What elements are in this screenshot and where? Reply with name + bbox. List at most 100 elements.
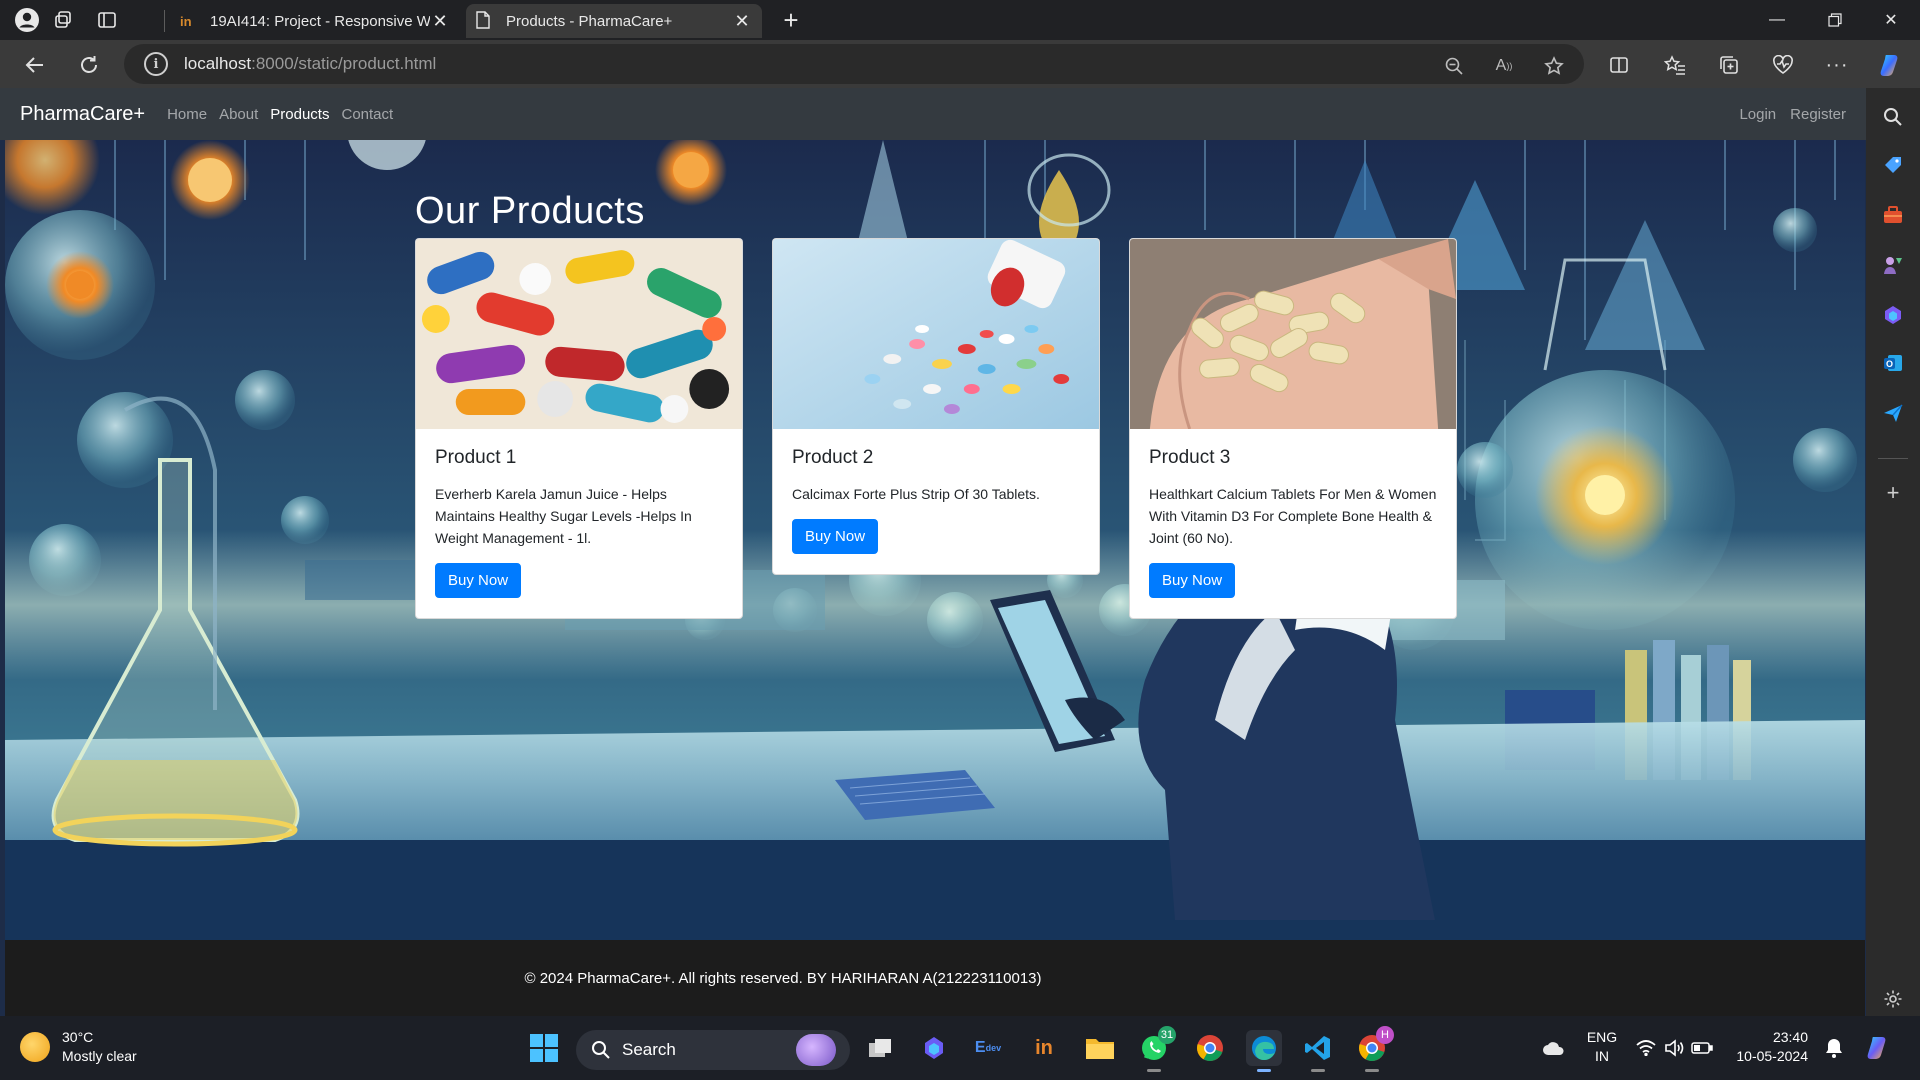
sidebar-divider [1878, 458, 1908, 459]
page-favicon-icon [476, 10, 496, 32]
browser-sidebar: O + [1866, 88, 1920, 1016]
tab-products[interactable]: Products - PharmaCare+ ✕ [466, 4, 762, 38]
language-indicator[interactable]: ENG IN [1584, 1028, 1620, 1066]
site-brand[interactable]: PharmaCare+ [20, 103, 145, 126]
product-image [416, 239, 742, 429]
page-title: Our Products [415, 190, 645, 232]
wifi-icon[interactable] [1632, 1030, 1660, 1066]
buy-now-button[interactable]: Buy Now [435, 563, 522, 598]
tools-icon[interactable] [1880, 202, 1906, 228]
chrome-icon[interactable] [1192, 1030, 1228, 1066]
whatsapp-icon[interactable]: 31 [1136, 1026, 1176, 1072]
copilot-preview-icon[interactable] [1860, 1030, 1896, 1066]
send-icon[interactable] [1880, 400, 1906, 426]
close-window-button[interactable]: ✕ [1862, 0, 1920, 40]
product-title: Product 1 [435, 447, 517, 468]
onedrive-cloud-icon[interactable] [1536, 1030, 1572, 1066]
workspaces-icon[interactable] [50, 7, 76, 33]
microsoft-365-icon[interactable] [1880, 302, 1906, 328]
file-explorer-icon[interactable] [1082, 1030, 1118, 1066]
tab-close-icon[interactable]: ✕ [732, 11, 752, 32]
back-icon[interactable] [20, 50, 50, 80]
tab-project[interactable]: in 19AI414: Project - Responsive We ✕ [170, 4, 460, 38]
nav-auth: Login Register [1725, 88, 1846, 140]
product-image [773, 239, 1099, 429]
notification-bell-icon[interactable] [1820, 1030, 1848, 1066]
volume-icon[interactable] [1660, 1030, 1688, 1066]
split-screen-icon[interactable] [1604, 50, 1634, 80]
copilot-icon[interactable] [1876, 50, 1906, 80]
running-indicator [1147, 1069, 1161, 1072]
profile-badge: H [1376, 1026, 1394, 1044]
dev-home-icon[interactable]: Edev [970, 1030, 1006, 1066]
clock-date: 10-05-2024 [1736, 1048, 1808, 1064]
read-aloud-icon[interactable]: A)) [1490, 52, 1518, 80]
profile-icon[interactable] [14, 7, 40, 33]
outlook-icon[interactable]: O [1880, 350, 1906, 376]
address-bar[interactable]: i localhost:8000/static/product.html A)) [124, 44, 1584, 84]
vscode-icon[interactable] [1300, 1030, 1336, 1072]
search-icon [590, 1039, 612, 1061]
add-icon[interactable]: + [1880, 480, 1906, 506]
weather-temperature: 30°C [62, 1029, 94, 1045]
settings-gear-icon[interactable] [1880, 986, 1906, 1012]
running-indicator [1311, 1069, 1325, 1072]
more-icon[interactable]: ··· [1822, 50, 1852, 80]
product-image [1130, 239, 1456, 429]
site-footer: © 2024 PharmaCare+. All rights reserved.… [5, 940, 1865, 1016]
product-title: Product 3 [1149, 447, 1231, 468]
tab-close-icon[interactable]: ✕ [430, 11, 450, 32]
buy-now-button[interactable]: Buy Now [792, 519, 879, 554]
svg-text:O: O [1886, 359, 1893, 369]
search-label: Search [622, 1040, 676, 1059]
battery-icon[interactable] [1688, 1030, 1716, 1066]
url-text: localhost:8000/static/product.html [184, 54, 437, 73]
tab-separator [164, 10, 165, 32]
refresh-icon[interactable] [74, 50, 104, 80]
tab-title: Products - PharmaCare+ [506, 12, 673, 30]
product-card: Product 1 Everherb Karela Jamun Juice - … [415, 238, 743, 619]
restore-button[interactable] [1806, 0, 1864, 40]
taskbar-search[interactable]: Search [576, 1030, 850, 1070]
weather-widget[interactable]: 30°C Mostly clear [20, 1028, 137, 1066]
clock[interactable]: 23:40 10-05-2024 [1734, 1028, 1808, 1066]
tab-title: 19AI414: Project - Responsive We [210, 12, 430, 30]
tab-favicon-icon: in [180, 13, 192, 29]
edge-icon[interactable] [1246, 1030, 1282, 1072]
tab-actions-icon[interactable] [94, 7, 120, 33]
info-icon[interactable]: i [144, 52, 168, 76]
copilot-taskbar-icon[interactable] [916, 1030, 952, 1066]
active-app-indicator [1257, 1069, 1271, 1072]
chrome-profile-icon[interactable]: H [1354, 1026, 1394, 1072]
task-view-icon[interactable] [862, 1030, 898, 1066]
favorites-icon[interactable] [1660, 50, 1690, 80]
minimize-button[interactable]: — [1748, 0, 1806, 40]
product-description: Everherb Karela Jamun Juice - Helps Main… [435, 486, 692, 546]
collections-icon[interactable] [1714, 50, 1744, 80]
shopping-tag-icon[interactable] [1880, 152, 1906, 178]
page-viewport: PharmaCare+ Home About Products Contact … [0, 88, 1866, 1016]
app-in-icon[interactable]: in [1026, 1030, 1062, 1066]
games-icon[interactable] [1880, 252, 1906, 278]
zoom-out-icon[interactable] [1440, 52, 1468, 80]
browser-essentials-icon[interactable] [1768, 50, 1798, 80]
browser-toolbar: i localhost:8000/static/product.html A))… [0, 40, 1920, 88]
nav-login[interactable]: Login [1739, 100, 1776, 129]
buy-now-button[interactable]: Buy Now [1149, 563, 1236, 598]
nav-products[interactable]: Products [270, 100, 329, 129]
nav-about[interactable]: About [219, 100, 258, 129]
search-icon[interactable] [1880, 104, 1906, 130]
product-card: Product 2 Calcimax Forte Plus Strip Of 3… [772, 238, 1100, 575]
nav-home[interactable]: Home [167, 100, 207, 129]
nav-register[interactable]: Register [1790, 100, 1846, 129]
clock-time: 23:40 [1772, 1029, 1808, 1045]
new-tab-button[interactable]: + [776, 6, 806, 36]
product-card: Product 3 Healthkart Calcium Tablets For… [1129, 238, 1457, 619]
product-title: Product 2 [792, 447, 874, 468]
search-highlight-icon [796, 1034, 836, 1066]
start-icon[interactable] [526, 1030, 562, 1066]
product-description: Healthkart Calcium Tablets For Men & Wom… [1149, 486, 1437, 546]
browser-title-bar: in 19AI414: Project - Responsive We ✕ Pr… [0, 0, 1920, 40]
nav-contact[interactable]: Contact [341, 100, 393, 129]
star-icon[interactable] [1540, 52, 1568, 80]
